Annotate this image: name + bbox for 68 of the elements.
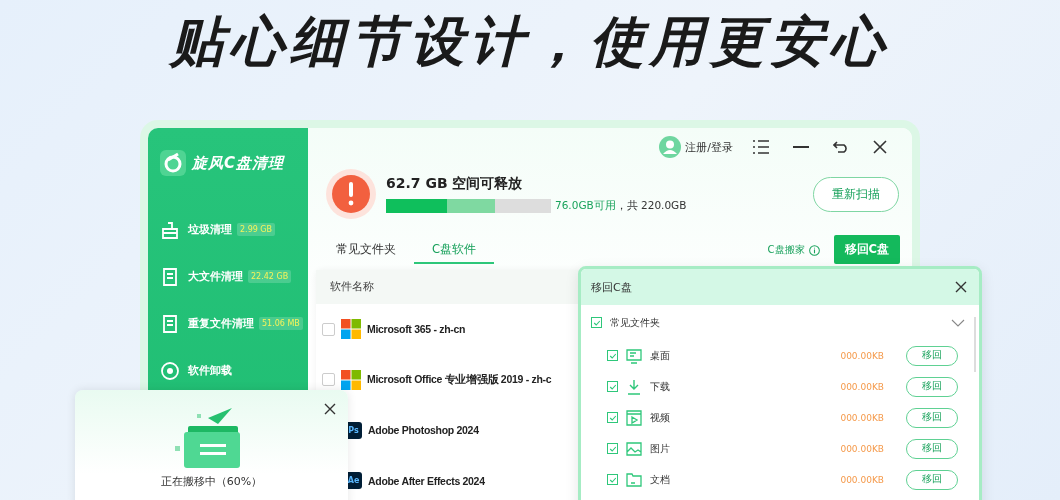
mover-link[interactable]: C盘搬家 [767, 243, 805, 257]
checkbox[interactable] [591, 317, 602, 328]
disc-icon [160, 360, 180, 381]
login-link[interactable]: 注册/登录 [659, 136, 733, 158]
warning-icon [326, 169, 376, 219]
document-icon [160, 313, 180, 334]
chevron-down-icon[interactable] [951, 318, 965, 327]
tab[interactable]: 常见文件夹 [326, 242, 406, 264]
windows-logo-icon [341, 369, 361, 390]
rescan-button[interactable]: 重新扫描 [813, 176, 899, 212]
app-name: 旋风C盘清理 [192, 153, 284, 173]
sidebar-item[interactable]: 大文件清理 22.42 GB [160, 253, 308, 300]
avatar-icon [659, 136, 682, 158]
sidebar-item[interactable]: 软件卸载 [160, 347, 308, 394]
software-name: Microsoft Office 专业增强版 2019 - zh-c [367, 372, 552, 387]
move-back-button[interactable]: 移回C盘 [833, 235, 900, 264]
sidebar-item[interactable]: 重复文件清理 51.06 MB [160, 300, 308, 347]
software-name: Adobe Photoshop 2024 [368, 424, 479, 437]
checkbox[interactable] [607, 381, 618, 392]
move-back-button[interactable]: 移回 [906, 407, 958, 428]
free-space-text: 76.0GB可用 [555, 199, 616, 213]
folder-size: 000.00KB [840, 474, 884, 485]
menu-icon[interactable] [753, 140, 769, 154]
folder-name: 视频 [650, 410, 671, 425]
folder-icon [626, 471, 642, 488]
checkbox[interactable] [607, 443, 618, 454]
free-space-title: 62.7 GB 空间可释放 [386, 175, 524, 193]
checkbox[interactable] [607, 474, 618, 485]
total-space-text: ，共 220.0GB [615, 199, 687, 213]
checkbox[interactable] [322, 373, 335, 387]
group-label: 常见文件夹 [610, 315, 661, 330]
move-back-button[interactable]: 移回 [906, 469, 958, 490]
image-icon [626, 440, 642, 457]
folder-size: 000.00KB [840, 350, 884, 361]
size-badge: 22.42 GB [248, 270, 292, 283]
software-name: Microsoft 365 - zh-cn [367, 323, 466, 336]
headline: 贴心细节设计，使用更安心 [167, 9, 891, 75]
size-badge: 2.99 GB [237, 223, 276, 236]
folder-name: 图片 [650, 441, 671, 456]
software-name: Adobe After Effects 2024 [368, 474, 485, 487]
folder-size: 000.00KB [840, 443, 884, 454]
monitor-icon [626, 347, 642, 364]
progress-status: 正在搬移中（60%） [160, 474, 263, 489]
folder-name: 下载 [650, 379, 671, 394]
video-icon [626, 409, 642, 426]
sidebar-item[interactable]: 垃圾清理 2.99 GB [160, 206, 308, 253]
info-icon[interactable] [808, 245, 820, 256]
windows-logo-icon [341, 319, 361, 340]
move-back-button[interactable]: 移回 [906, 345, 958, 366]
logo-icon [160, 150, 186, 176]
document-icon [160, 266, 180, 287]
folder-size: 000.00KB [840, 381, 884, 392]
close-icon[interactable] [873, 140, 887, 154]
close-icon[interactable] [324, 403, 336, 415]
folder-name: 桌面 [650, 348, 671, 363]
folder-size: 000.00KB [840, 412, 884, 423]
dialog-title: 移回C盘 [591, 279, 632, 295]
folder-name: 文档 [650, 472, 671, 487]
move-back-button[interactable]: 移回 [906, 438, 958, 459]
checkbox[interactable] [607, 350, 618, 361]
checkbox[interactable] [322, 322, 335, 336]
size-badge: 51.06 MB [259, 317, 303, 330]
download-icon [626, 378, 642, 395]
move-back-button[interactable]: 移回 [906, 376, 958, 397]
undo-icon[interactable] [833, 141, 849, 153]
checkbox[interactable] [607, 412, 618, 423]
close-icon[interactable] [955, 281, 967, 293]
tab[interactable]: C盘软件 [414, 242, 494, 264]
